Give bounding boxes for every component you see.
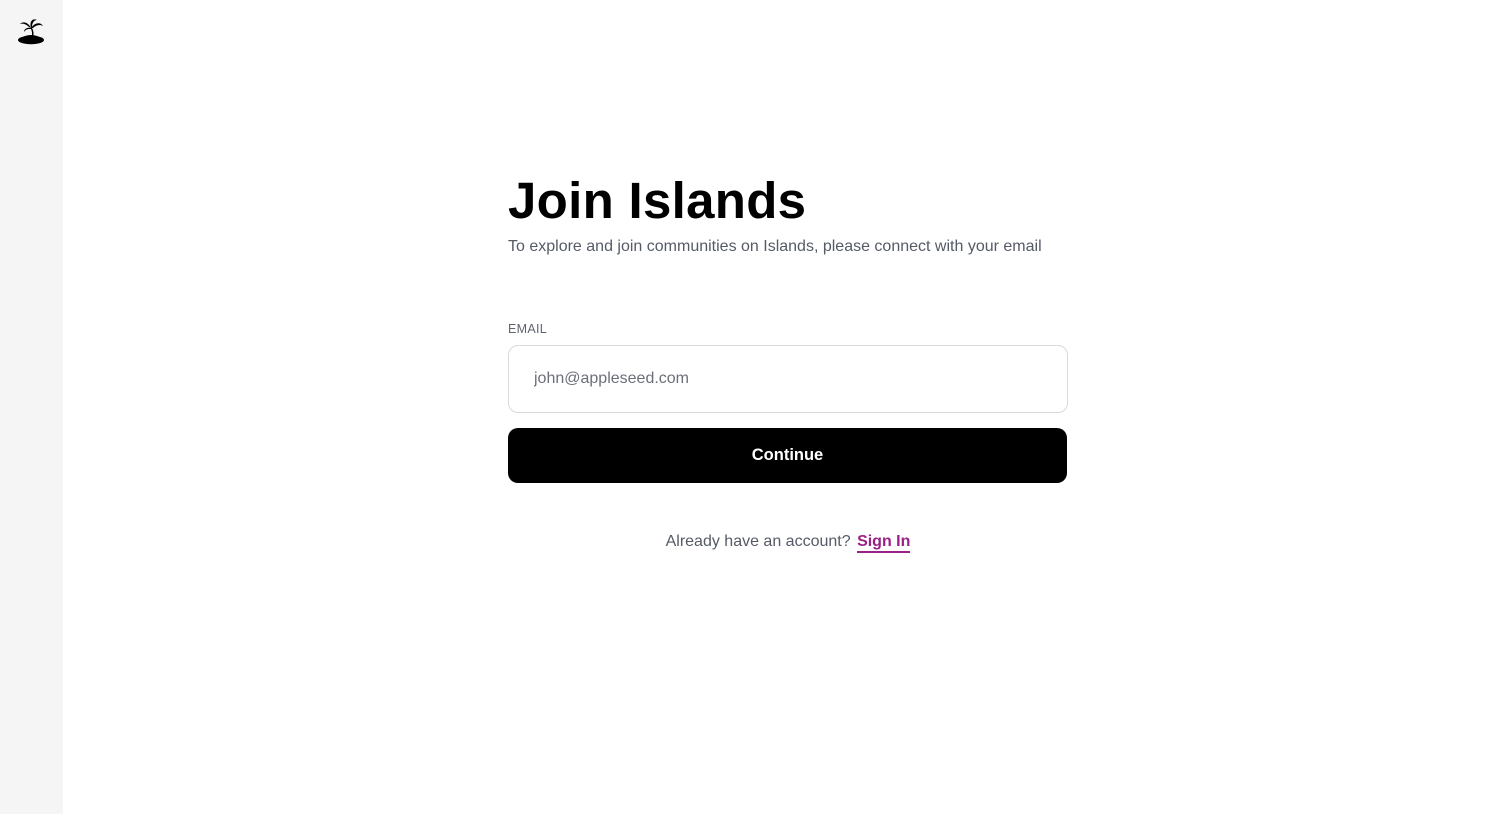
sign-in-link[interactable]: Sign In [857,533,911,553]
app-window: Join Islands To explore and join communi… [0,0,1512,814]
sidebar [0,0,63,814]
signin-row: Already have an account? Sign In [508,531,1068,553]
email-input[interactable] [508,345,1068,413]
signin-prompt: Already have an account? [665,533,851,550]
main-content: Join Islands To explore and join communi… [63,0,1512,814]
page-subtitle: To explore and join communities on Islan… [508,238,1042,255]
page-title: Join Islands [508,172,807,229]
continue-button[interactable]: Continue [508,428,1067,483]
palm-island-icon[interactable] [16,17,46,45]
join-form: Join Islands To explore and join communi… [508,170,1068,553]
email-label: EMAIL [508,322,548,336]
